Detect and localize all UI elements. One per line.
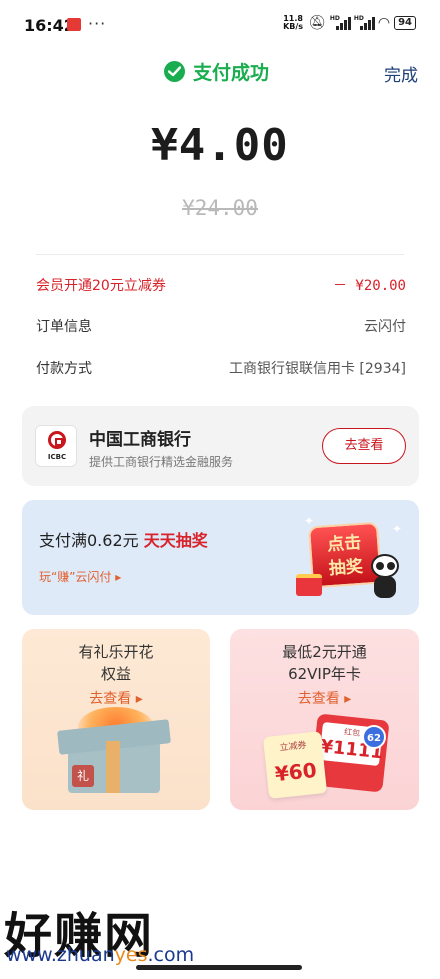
gift-promo-title: 有礼乐开花 权益 [78, 643, 154, 683]
gift-promo-link[interactable]: 去查看 ▸ [22, 688, 210, 708]
site-watermark-url: www.zhuanyes.com [6, 944, 195, 966]
network-speed: 11.8 KB/s [283, 14, 304, 31]
order-info-value: 云闪付 [364, 319, 406, 335]
panda-mascot-icon [368, 554, 402, 600]
bank-view-button[interactable]: 去查看 [322, 428, 406, 464]
payment-method-value: 工商银行银联信用卡 [2934] [228, 361, 406, 377]
page-title: 支付成功 [193, 62, 270, 84]
vip-badge: 62 [362, 725, 386, 749]
gift-box-icon [296, 574, 322, 596]
bank-subtitle: 提供工商银行精选金融服务 [89, 455, 234, 469]
lottery-banner[interactable]: 支付满0.62元 天天抽奖 玩“赚”云闪付 ▸ ✦ ✦ 点击 抽奖 [22, 500, 419, 615]
battery-icon: 94 [394, 16, 416, 30]
home-indicator[interactable] [136, 965, 302, 970]
sparkle-icon: ✦ [304, 514, 315, 528]
check-circle-icon [164, 61, 185, 82]
vip-promo-card[interactable]: 最低2元开通 62VIP年卡 去查看 ▸ 红包 ¥1111 立减券 ¥60 62 [230, 629, 419, 810]
vip-promo-title: 最低2元开通 62VIP年卡 [282, 643, 367, 683]
icbc-logo: ICBC [35, 425, 77, 467]
signal-icon: HD [330, 15, 351, 31]
gift-tag: 礼 [72, 765, 94, 787]
status-indicators: 11.8 KB/s 🔕︎ HD HD ◠ 94 [282, 15, 416, 31]
coupon-value: － ¥20.00 [332, 278, 406, 294]
more-notifications-icon: ··· [88, 14, 107, 33]
mute-icon: 🔕︎ [308, 15, 326, 31]
original-amount: ¥24.00 [182, 196, 258, 220]
lottery-subtitle-link[interactable]: 玩“赚”云闪付 ▸ [39, 568, 121, 585]
lottery-title: 支付满0.62元 天天抽奖 [39, 531, 208, 550]
payment-method-label: 付款方式 [36, 361, 92, 377]
divider [36, 254, 404, 255]
paid-amount: ¥4.00 [151, 120, 289, 171]
coupon-ticket-icon: 立减券 ¥60 [262, 731, 328, 799]
payment-method-row: 付款方式 工商银行银联信用卡 [2934] [36, 355, 406, 379]
bank-name: 中国工商银行 [89, 430, 191, 450]
coupon-label: 会员开通20元立减券 [36, 278, 166, 294]
gift-promo-card[interactable]: 有礼乐开花 权益 去查看 ▸ 礼 [22, 629, 210, 810]
order-info-row: 订单信息 云闪付 [36, 313, 406, 337]
status-bar: 16:42 ··· 11.8 KB/s 🔕︎ HD HD ◠ 94 [0, 0, 440, 52]
sparkle-icon: ✦ [392, 522, 403, 536]
order-info-label: 订单信息 [36, 319, 92, 335]
done-button[interactable]: 完成 [384, 61, 418, 86]
bank-card[interactable]: ICBC 中国工商银行 提供工商银行精选金融服务 去查看 [22, 406, 419, 486]
app-notification-icon [67, 18, 81, 31]
coupon-row: 会员开通20元立减券 － ¥20.00 [36, 272, 406, 296]
vip-promo-link[interactable]: 去查看 ▸ [230, 688, 419, 708]
signal-icon-2: HD [354, 15, 375, 31]
wifi-icon: ◠ [377, 15, 391, 31]
